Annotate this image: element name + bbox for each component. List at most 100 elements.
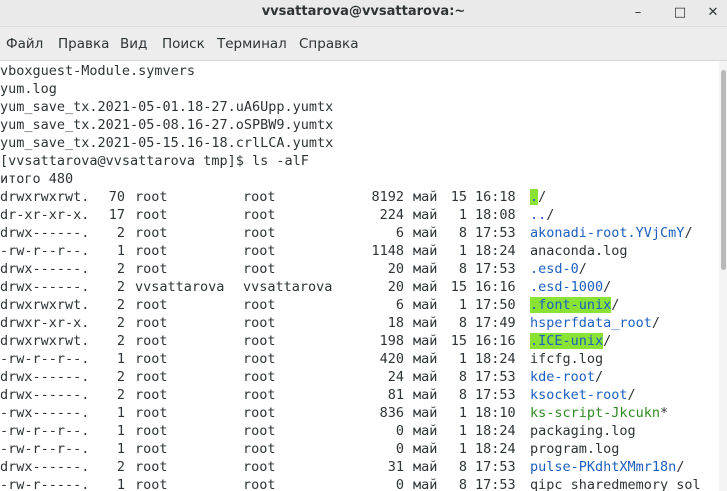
cell-perm: drwx------. <box>0 387 90 403</box>
cell-group: root <box>243 297 276 313</box>
cell-day: 1 <box>458 207 467 223</box>
cell-perm: -rw-r--r--. <box>0 423 90 439</box>
cell-owner: root <box>135 333 168 349</box>
menu-view[interactable]: Вид <box>120 36 147 52</box>
window-title: vvsattarova@vvsattarova:~ <box>261 4 466 19</box>
cell-size: 6 <box>395 297 404 313</box>
cell-time: 16:16 <box>475 333 516 349</box>
menu-terminal[interactable]: Терминал <box>217 36 287 52</box>
cell-day: 15 <box>450 279 467 295</box>
cell-time: 17:53 <box>475 369 516 385</box>
cell-day: 8 <box>458 477 467 491</box>
cell-time: 17:53 <box>475 225 516 241</box>
cell-day: 8 <box>458 387 467 403</box>
cell-time: 17:53 <box>475 261 516 277</box>
cell-filename: program.log <box>530 441 620 457</box>
cell-day: 8 <box>458 315 467 331</box>
cell-month: май <box>413 243 438 259</box>
listing-row: -rw-r--r--. 1 root root 1148 май 1 18:24 anacond… <box>0 242 719 260</box>
cell-owner: root <box>135 261 168 277</box>
cell-perm: drwxr-xr-x. <box>0 315 90 331</box>
menu-help[interactable]: Справка <box>299 36 358 52</box>
cell-perm: drwx------. <box>0 279 90 295</box>
terminal-output[interactable]: vboxguest-Module.symvers yum.log yum_sav… <box>0 61 719 491</box>
listing-row: -rw-r--r--. 1 root root 0 май 1 18:24 packaging.… <box>0 422 719 440</box>
menu-bar: Файл Правка Вид Поиск Терминал Справка <box>0 27 727 61</box>
cell-perm: dr-xr-xr-x. <box>0 207 90 223</box>
cell-type-suffix: / <box>603 279 612 295</box>
cell-type-suffix: / <box>676 459 685 475</box>
cell-group: vvsattarova <box>243 279 333 295</box>
cell-month: май <box>413 207 438 223</box>
cell-perm: -rwx------. <box>0 405 90 421</box>
cell-group: root <box>243 369 276 385</box>
cell-links: 2 <box>116 225 125 241</box>
cell-links: 1 <box>116 423 125 439</box>
cell-time: 18:24 <box>475 423 516 439</box>
cell-links: 1 <box>116 243 125 259</box>
listing-row: drwx------. 2 root root 31 май 8 17:53 pulse-PKd… <box>0 458 719 476</box>
cell-group: root <box>243 423 276 439</box>
cell-links: 70 <box>108 189 125 205</box>
terminal-line: yum.log <box>0 81 57 97</box>
cell-links: 2 <box>116 333 125 349</box>
cell-filename: .font-unix <box>530 297 612 313</box>
maximize-icon[interactable]: □ <box>670 3 690 23</box>
cell-group: root <box>243 207 276 223</box>
cell-links: 2 <box>116 261 125 277</box>
cell-day: 1 <box>458 423 467 439</box>
listing-row: -rw-r--r--. 1 root root 420 май 1 18:24 ifcfg.lo… <box>0 350 719 368</box>
cell-group: root <box>243 189 276 205</box>
cell-filename: ksocket-root <box>530 387 628 403</box>
cell-owner: root <box>135 297 168 313</box>
cell-perm: drwx------. <box>0 369 90 385</box>
cell-filename: packaging.log <box>530 423 636 439</box>
terminal-line: yum_save_tx.2021-05-08.16-27.oSPBW9.yumt… <box>0 117 334 133</box>
cell-size: 224 <box>379 207 404 223</box>
cell-day: 1 <box>458 441 467 457</box>
cell-links: 1 <box>116 351 125 367</box>
cell-links: 1 <box>116 405 125 421</box>
cell-owner: root <box>135 315 168 331</box>
terminal-total-line: итого 480 <box>0 171 74 187</box>
cell-type-suffix: / <box>684 225 693 241</box>
cell-filename: .ICE-unix <box>530 333 604 349</box>
cell-size: 198 <box>379 333 404 349</box>
listing-row: -rw-r-----. 1 root root 0 май 8 17:53 qipc_share… <box>0 476 719 491</box>
cell-time: 17:49 <box>475 315 516 331</box>
listing-row: drwx------. 2 root root 24 май 8 17:53 kde-root/ <box>0 368 719 386</box>
listing-row: drwx------. 2 root root 6 май 8 17:53 akonadi-ro… <box>0 224 719 242</box>
cell-filename: ifcfg.log <box>530 351 604 367</box>
cell-filename: ks-script-Jkcukn <box>530 405 661 421</box>
cell-time: 17:50 <box>475 297 516 313</box>
menu-file[interactable]: Файл <box>6 36 43 52</box>
cell-owner: root <box>135 207 168 223</box>
minimize-icon[interactable]: – <box>628 3 648 23</box>
cell-filename: .esd-1000 <box>530 279 604 295</box>
cell-group: root <box>243 243 276 259</box>
cell-time: 17:53 <box>475 459 516 475</box>
cell-time: 17:53 <box>475 477 516 491</box>
menu-search[interactable]: Поиск <box>162 36 205 52</box>
cell-month: май <box>413 261 438 277</box>
cell-links: 2 <box>116 387 125 403</box>
cell-links: 2 <box>116 279 125 295</box>
cell-group: root <box>243 477 276 491</box>
terminal-prompt-line: [vvsattarova@vvsattarova tmp]$ ls -alF <box>0 153 309 169</box>
cell-size: 0 <box>395 477 404 491</box>
cell-perm: drwx------. <box>0 459 90 475</box>
cell-type-suffix: / <box>651 315 661 331</box>
cell-size: 20 <box>387 279 404 295</box>
listing-row: drwxr-xr-x. 2 root root 18 май 8 17:49 hsperfdat… <box>0 314 719 332</box>
cell-size: 81 <box>387 387 404 403</box>
cell-month: май <box>413 297 438 313</box>
scrollbar-thumb[interactable] <box>721 70 726 270</box>
cell-owner: root <box>135 477 168 491</box>
window-titlebar[interactable]: vvsattarova@vvsattarova:~ – □ ✕ <box>0 0 727 27</box>
cell-filename: anaconda.log <box>530 243 628 259</box>
close-icon[interactable]: ✕ <box>703 3 723 23</box>
cell-perm: drwxrwxrwt. <box>0 297 90 313</box>
cell-size: 0 <box>395 441 404 457</box>
cell-time: 18:24 <box>475 351 516 367</box>
menu-edit[interactable]: Правка <box>58 36 109 52</box>
